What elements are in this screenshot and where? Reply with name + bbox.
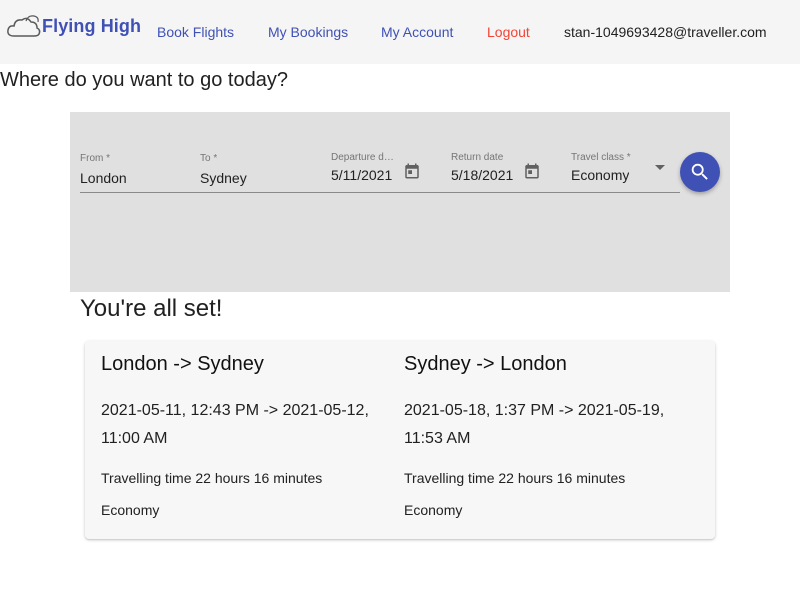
nav-my-account[interactable]: My Account xyxy=(381,24,453,40)
outbound-times: 2021-05-11, 12:43 PM -> 2021-05-12, 11:0… xyxy=(101,402,369,447)
travel-class-select[interactable]: Travel class * Economy xyxy=(571,152,676,192)
field-underline xyxy=(80,192,680,193)
inbound-route: Sydney -> London xyxy=(404,353,567,375)
cloud-icon xyxy=(7,15,41,37)
return-date-label: Return date xyxy=(451,152,504,163)
dropdown-arrow-icon[interactable] xyxy=(655,165,665,170)
nav-my-bookings[interactable]: My Bookings xyxy=(268,24,348,40)
to-label: To * xyxy=(200,153,218,164)
outbound-duration: Travelling time 22 hours 16 minutes xyxy=(101,470,323,486)
departure-date-field[interactable]: Departure date 5/11/2021 xyxy=(331,152,397,192)
inbound-duration: Travelling time 22 hours 16 minutes xyxy=(404,470,626,486)
results-title: You're all set! xyxy=(80,295,223,322)
calendar-icon[interactable] xyxy=(403,162,421,180)
user-email: stan-1049693428@traveller.com xyxy=(564,24,767,40)
search-button[interactable] xyxy=(680,152,720,192)
from-field[interactable]: From * London xyxy=(80,152,190,192)
calendar-icon[interactable] xyxy=(523,162,541,180)
inbound-times: 2021-05-18, 1:37 PM -> 2021-05-19, 11:53… xyxy=(404,402,665,447)
to-field[interactable]: To * Sydney xyxy=(200,152,320,192)
logo-text: Flying High xyxy=(42,16,142,36)
return-date-field[interactable]: Return date 5/18/2021 xyxy=(451,152,517,192)
flight-search-panel: From * London To * Sydney Departure date… xyxy=(70,112,730,292)
departure-date-label: Departure date xyxy=(331,152,397,163)
top-navbar: Flying High Book Flights My Bookings My … xyxy=(0,0,800,64)
booking-summary-card: London -> Sydney 2021-05-11, 12:43 PM ->… xyxy=(85,341,715,539)
outbound-route: London -> Sydney xyxy=(101,353,264,375)
logo[interactable]: Flying High xyxy=(6,10,142,44)
return-date-input[interactable]: 5/18/2021 xyxy=(451,167,517,183)
nav-book-flights[interactable]: Book Flights xyxy=(157,24,234,40)
outbound-class: Economy xyxy=(101,502,160,518)
from-label: From * xyxy=(80,153,110,164)
page-heading: Where do you want to go today? xyxy=(0,69,288,91)
departure-date-input[interactable]: 5/11/2021 xyxy=(331,167,397,183)
to-input[interactable]: Sydney xyxy=(200,170,247,186)
from-input[interactable]: London xyxy=(80,170,127,186)
search-icon xyxy=(691,163,708,180)
inbound-class: Economy xyxy=(404,502,463,518)
travel-class-label: Travel class * xyxy=(571,152,631,163)
travel-class-value[interactable]: Economy xyxy=(571,167,629,183)
nav-logout[interactable]: Logout xyxy=(487,24,530,40)
